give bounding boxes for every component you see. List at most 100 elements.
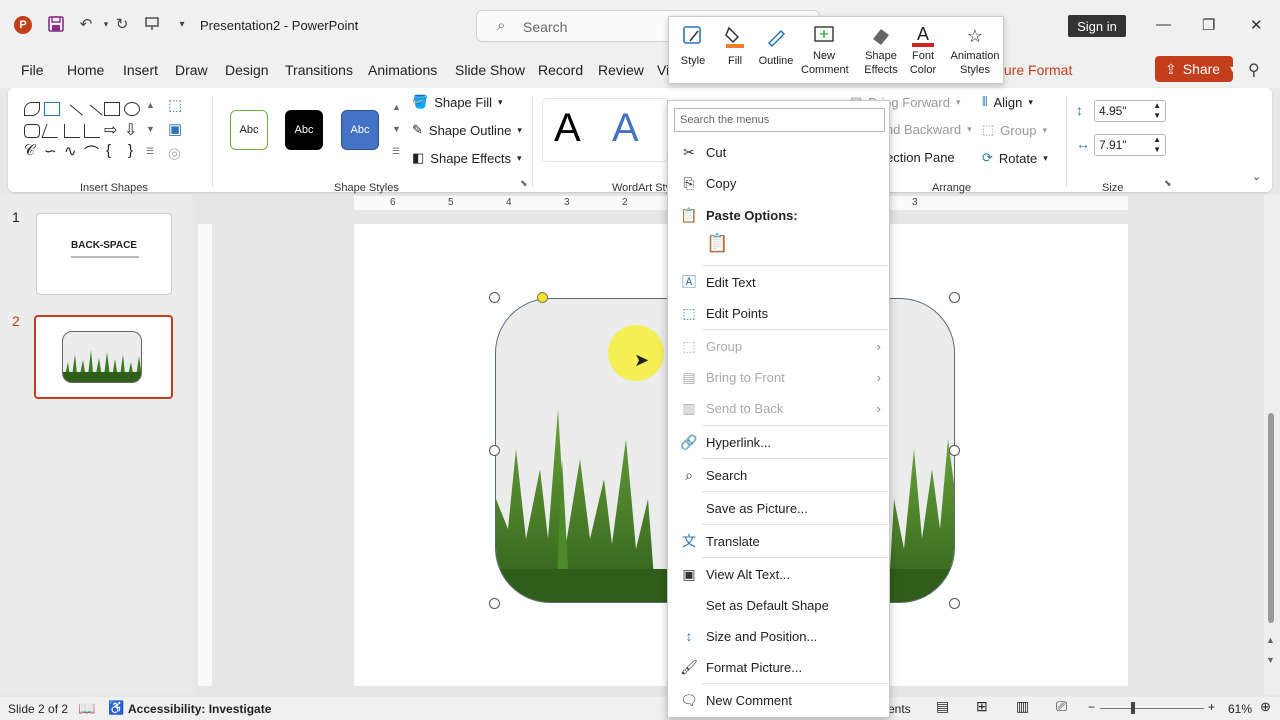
draw-textbox-icon[interactable]: ▣ — [168, 120, 182, 138]
tab-animations[interactable]: Animations — [368, 62, 437, 78]
save-icon[interactable] — [46, 14, 66, 34]
menu-item-edit-points[interactable]: ⬚ Edit Points — [668, 299, 889, 327]
outline-button[interactable]: Outline — [751, 23, 801, 67]
shape-style-outline-swatch[interactable]: Abc — [230, 110, 268, 150]
comments-icon[interactable]: ⚲ — [1248, 60, 1260, 80]
customize-toolbar-icon[interactable]: ▾ — [172, 14, 192, 34]
tab-home[interactable]: Home — [67, 62, 104, 78]
arc-shape-icon[interactable]: ⌒ — [84, 142, 99, 163]
oval-shape-icon[interactable] — [124, 102, 140, 116]
tab-picture-format[interactable]: ture Format — [1000, 62, 1072, 78]
zoom-level[interactable]: 61% — [1228, 702, 1252, 716]
tab-design[interactable]: Design — [225, 62, 269, 78]
menu-item-set-default-shape[interactable]: Set as Default Shape — [668, 591, 889, 619]
zoom-slider-thumb[interactable] — [1131, 702, 1135, 714]
resize-handle-mr[interactable] — [949, 445, 960, 456]
menu-item-search[interactable]: ⌕ Search — [668, 461, 889, 489]
scribble-shape-icon[interactable]: ∽ — [44, 142, 57, 160]
minimize-icon[interactable]: — — [1156, 16, 1171, 33]
shape-outline-button[interactable]: ✎ Shape Outline ▾ — [412, 122, 522, 138]
zoom-slider[interactable] — [1100, 708, 1204, 709]
resize-handle-bl[interactable] — [489, 598, 500, 609]
curve-shape-icon[interactable]: 𝒞 — [24, 142, 35, 159]
elbow-arrow-shape-icon[interactable] — [84, 124, 100, 138]
collapse-ribbon-icon[interactable]: ⌄ — [1252, 170, 1261, 183]
slide-thumbnail-2[interactable] — [34, 315, 173, 399]
menu-item-cut[interactable]: ✂ Cut — [668, 138, 889, 166]
styles-up-icon[interactable]: ▲ — [392, 102, 401, 112]
height-field[interactable]: 4.95" ▲ ▼ — [1094, 100, 1166, 122]
gallery-more-icon[interactable]: ☰ — [146, 146, 154, 157]
slide-thumbnail-1[interactable]: BACK-SPACE — [36, 213, 172, 295]
undo-icon[interactable]: ↶ — [76, 14, 96, 34]
scroll-down-icon[interactable]: ▼ — [1266, 655, 1275, 665]
edit-shape-icon[interactable]: ⬚ — [168, 96, 182, 114]
paste-keep-text-icon[interactable]: 📋 — [706, 233, 728, 259]
width-field[interactable]: 7.91" ▲ ▼ — [1094, 134, 1166, 156]
elbow-connector-shape-icon[interactable] — [64, 124, 80, 138]
gallery-down-icon[interactable]: ▼ — [146, 124, 155, 134]
tab-slide-show[interactable]: Slide Show — [455, 62, 525, 78]
tab-insert[interactable]: Insert — [123, 62, 158, 78]
styles-down-icon[interactable]: ▼ — [392, 124, 401, 134]
tab-file[interactable]: File — [21, 62, 44, 78]
resize-handle-br[interactable] — [949, 598, 960, 609]
resize-handle-tr[interactable] — [949, 292, 960, 303]
menu-item-new-comment[interactable]: 🗨 New Comment — [668, 686, 889, 714]
spelling-icon[interactable]: 📖 — [78, 700, 95, 717]
accessibility-status[interactable]: Accessibility: Investigate — [128, 702, 271, 716]
scrollbar-thumb[interactable] — [1268, 413, 1274, 623]
textbox-shape-icon[interactable] — [44, 102, 60, 116]
menu-item-format-picture[interactable]: 🖌 Format Picture... — [668, 653, 889, 681]
shape-effects-mini-button[interactable]: Shape Effects — [857, 23, 905, 77]
wave-shape-icon[interactable]: ∿ — [64, 142, 77, 160]
sign-in-button[interactable]: Sign in — [1068, 15, 1126, 37]
redo-icon[interactable]: ↻ — [112, 14, 132, 34]
gallery-up-icon[interactable]: ▲ — [146, 100, 155, 110]
shape-fill-button[interactable]: 🪣 Shape Fill ▾ — [412, 94, 503, 110]
rotate-button[interactable]: ⟳ Rotate ▾ — [982, 150, 1048, 166]
menu-item-view-alt-text[interactable]: ▣ View Alt Text... — [668, 560, 889, 588]
tab-draw[interactable]: Draw — [175, 62, 208, 78]
slide-sorter-icon[interactable]: ⊞ — [976, 698, 988, 715]
zoom-in-icon[interactable]: + — [1208, 700, 1215, 714]
style-button[interactable]: Style — [669, 23, 717, 67]
line-shape-icon[interactable] — [61, 104, 83, 126]
styles-more-icon[interactable]: ☰ — [392, 146, 400, 157]
menu-item-save-as-picture[interactable]: Save as Picture... — [668, 494, 889, 522]
align-button[interactable]: ⫴ Align ▾ — [982, 94, 1033, 110]
normal-view-icon[interactable]: ▤ — [936, 698, 949, 715]
restore-icon[interactable]: ❐ — [1202, 16, 1215, 34]
right-arrow-shape-icon[interactable]: ⇨ — [104, 120, 117, 140]
arrow-line-shape-icon[interactable] — [81, 104, 103, 126]
corner-radius-adjust-handle[interactable] — [537, 292, 548, 303]
tab-record[interactable]: Record — [538, 62, 583, 78]
vertical-scrollbar[interactable]: ▲ ▼ — [1264, 195, 1280, 695]
left-brace-shape-icon[interactable]: { — [106, 142, 111, 159]
wordart-blue-sample[interactable]: A — [612, 106, 639, 151]
new-comment-button[interactable]: New Comment — [801, 23, 849, 77]
scroll-up-icon[interactable]: ▲ — [1266, 635, 1275, 645]
share-button[interactable]: ⇪ Share ▾ — [1155, 56, 1235, 82]
resize-handle-tl[interactable] — [489, 292, 500, 303]
selection-pane-button[interactable]: ection Pane — [886, 150, 955, 165]
menu-item-copy[interactable]: ⎘ Copy — [668, 169, 889, 197]
rectangle-shape-icon[interactable] — [104, 102, 120, 116]
triangle-shape-icon[interactable] — [41, 124, 63, 138]
shape-style-blue-swatch[interactable]: Abc — [341, 110, 379, 150]
reading-view-icon[interactable]: ▥ — [1016, 698, 1029, 715]
freeform-shape-icon[interactable] — [24, 102, 40, 116]
menu-item-hyperlink[interactable]: 🔗 Hyperlink... — [668, 428, 889, 456]
zoom-out-icon[interactable]: − — [1088, 700, 1095, 714]
fit-slide-icon[interactable]: ⊕ — [1260, 699, 1271, 715]
rounded-rect-shape-icon[interactable] — [24, 124, 40, 138]
presenter-icon[interactable] — [142, 14, 162, 34]
menu-item-size-and-position[interactable]: ↕ Size and Position... — [668, 622, 889, 650]
tab-transitions[interactable]: Transitions — [285, 62, 353, 78]
wordart-black-sample[interactable]: A — [554, 106, 581, 151]
resize-handle-ml[interactable] — [489, 445, 500, 456]
menu-item-edit-text[interactable]: 🄰 Edit Text — [668, 268, 889, 296]
size-launcher-icon[interactable]: ⬊ — [1164, 178, 1172, 189]
animation-styles-button[interactable]: ☆ Animation Styles — [947, 23, 1003, 77]
right-brace-shape-icon[interactable]: } — [128, 142, 133, 159]
